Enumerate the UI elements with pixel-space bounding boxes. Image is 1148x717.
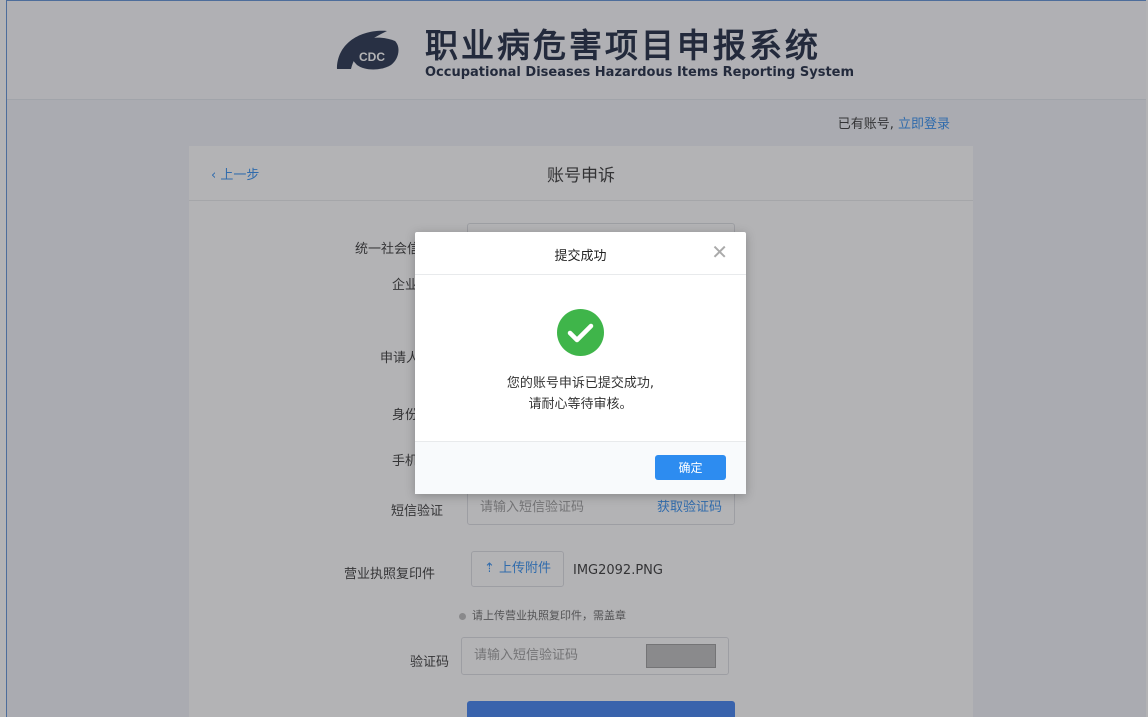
success-modal: 提交成功 ✕ 您的账号申诉已提交成功, 请耐心等待审核。 确定 <box>415 232 746 494</box>
check-circle-icon <box>557 309 604 356</box>
modal-header: 提交成功 ✕ <box>415 232 746 275</box>
modal-message: 您的账号申诉已提交成功, 请耐心等待审核。 <box>415 373 746 415</box>
modal-message-line2: 请耐心等待审核。 <box>528 397 633 412</box>
confirm-button[interactable]: 确定 <box>655 455 726 480</box>
modal-body: 您的账号申诉已提交成功, 请耐心等待审核。 <box>415 275 746 442</box>
modal-footer: 确定 <box>415 441 746 494</box>
modal-title: 提交成功 <box>554 249 607 264</box>
modal-message-line1: 您的账号申诉已提交成功, <box>506 376 655 391</box>
close-icon[interactable]: ✕ <box>711 242 728 262</box>
